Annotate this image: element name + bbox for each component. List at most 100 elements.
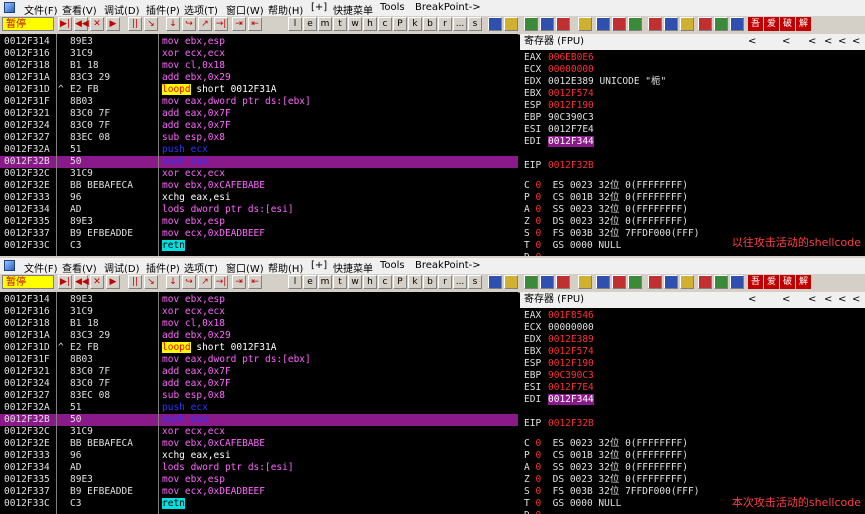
debug-control-icon[interactable]: || xyxy=(128,17,142,31)
wuaipojie-button[interactable]: 吾 xyxy=(748,275,763,289)
plugin-icon[interactable] xyxy=(612,275,626,289)
plugin-icon[interactable] xyxy=(524,275,538,289)
register-ecx[interactable]: ECX 00000000 xyxy=(524,64,594,76)
window-letter-button[interactable]: k xyxy=(408,17,422,31)
code-row[interactable]: 0012F327 83EC 08 sub esp,0x8 xyxy=(0,132,518,144)
window-letter-button[interactable]: m xyxy=(318,17,332,31)
flag-row[interactable]: P 0 CS 001B 32位 0(FFFFFFFF) xyxy=(524,192,688,204)
code-row[interactable]: 0012F327 83EC 08 sub esp,0x8 xyxy=(0,390,518,402)
register-esi[interactable]: ESI 0012F7E4 xyxy=(524,124,594,136)
debug-control-icon[interactable]: ✕ xyxy=(90,275,104,289)
wuaipojie-button[interactable]: 破 xyxy=(780,17,795,31)
menu-item[interactable]: 帮助(H) xyxy=(268,260,303,275)
debug-control-icon[interactable]: ◀◀ xyxy=(74,275,89,289)
code-row[interactable]: 0012F321 83C0 7F add eax,0x7F xyxy=(0,366,518,378)
debug-control-icon[interactable]: ⇥ xyxy=(232,17,246,31)
code-row[interactable]: 0012F32C 31C9 xor ecx,ecx xyxy=(0,426,518,438)
window-letter-button[interactable]: P xyxy=(393,275,407,289)
window-letter-button[interactable]: s xyxy=(468,275,482,289)
debug-control-icon[interactable]: ✕ xyxy=(90,17,104,31)
flag-row[interactable]: D 0 xyxy=(524,510,553,514)
code-row[interactable]: 0012F314 89E3 mov ebx,esp xyxy=(0,294,518,306)
window-letter-button[interactable]: w xyxy=(348,275,362,289)
code-row[interactable]: 0012F31D ^ E2 FB loopd short 0012F31A xyxy=(0,342,518,354)
window-letter-button[interactable]: t xyxy=(333,275,347,289)
register-eax[interactable]: EAX 001F8546 xyxy=(524,310,594,322)
menu-item[interactable]: 插件(P) xyxy=(146,2,180,17)
menu-item[interactable]: 查看(V) xyxy=(62,260,97,275)
code-row[interactable]: 0012F324 83C0 7F add eax,0x7F xyxy=(0,378,518,390)
menu-item[interactable]: BreakPoint-> xyxy=(415,260,481,271)
plugin-icon[interactable] xyxy=(596,17,610,31)
debug-control-icon[interactable]: || xyxy=(128,275,142,289)
menu-item[interactable]: 文件(F) xyxy=(24,260,58,275)
code-row[interactable]: 0012F333 96 xchg eax,esi xyxy=(0,450,518,462)
flag-row[interactable]: A 0 SS 0023 32位 0(FFFFFFFF) xyxy=(524,462,688,474)
register-edi[interactable]: EDI 0012F344 xyxy=(524,136,594,148)
code-row[interactable]: 0012F31F 8B03 mov eax,dword ptr ds:[ebx] xyxy=(0,354,518,366)
register-esp[interactable]: ESP 0012F190 xyxy=(524,100,594,112)
plugin-icon[interactable] xyxy=(730,17,744,31)
window-letter-button[interactable]: r xyxy=(438,275,452,289)
debug-control-icon[interactable]: →| xyxy=(214,275,228,289)
menu-item[interactable]: 快捷菜单 xyxy=(333,260,373,275)
code-row[interactable]: 0012F33C C3 retn xyxy=(0,498,518,510)
plugin-icon[interactable] xyxy=(488,275,502,289)
code-row[interactable]: 0012F32E BB BEBAFECA mov ebx,0xCAFEBABE xyxy=(0,180,518,192)
debug-control-icon[interactable]: ↘ xyxy=(144,17,158,31)
wuaipojie-button[interactable]: 吾 xyxy=(748,17,763,31)
flag-row[interactable]: T 0 GS 0000 NULL xyxy=(524,498,621,510)
code-row[interactable]: 0012F333 96 xchg eax,esi xyxy=(0,192,518,204)
window-letter-button[interactable]: c xyxy=(378,17,392,31)
register-ecx[interactable]: ECX 00000000 xyxy=(524,322,594,334)
plugin-icon[interactable] xyxy=(556,275,570,289)
wuaipojie-button[interactable]: 解 xyxy=(796,275,811,289)
menu-item[interactable]: 查看(V) xyxy=(62,2,97,17)
wuaipojie-button[interactable]: 爱 xyxy=(764,17,779,31)
code-row[interactable]: 0012F32B 50 push eax xyxy=(0,414,518,426)
code-row[interactable]: 0012F31A 83C3 29 add ebx,0x29 xyxy=(0,330,518,342)
debug-control-icon[interactable]: ▶| xyxy=(58,17,72,31)
plugin-icon[interactable] xyxy=(664,17,678,31)
code-row[interactable]: 0012F318 B1 18 mov cl,0x18 xyxy=(0,60,518,72)
plugin-icon[interactable] xyxy=(628,17,642,31)
menu-item[interactable]: BreakPoint-> xyxy=(415,2,481,13)
debug-control-icon[interactable]: ▶ xyxy=(106,275,120,289)
code-row[interactable]: 0012F337 B9 EFBEADDE mov ecx,0xDEADBEEF xyxy=(0,486,518,498)
code-row[interactable]: 0012F334 AD lods dword ptr ds:[esi] xyxy=(0,204,518,216)
code-row[interactable]: 0012F318 B1 18 mov cl,0x18 xyxy=(0,318,518,330)
menu-item[interactable]: 窗口(W) xyxy=(226,260,264,275)
plugin-icon[interactable] xyxy=(540,275,554,289)
debug-control-icon[interactable]: →| xyxy=(214,17,228,31)
flag-row[interactable]: Z 0 DS 0023 32位 0(FFFFFFFF) xyxy=(524,474,688,486)
debug-control-icon[interactable]: ⇤ xyxy=(248,17,262,31)
window-letter-button[interactable]: ... xyxy=(453,275,467,289)
debug-control-icon[interactable]: ↘ xyxy=(144,275,158,289)
window-letter-button[interactable]: r xyxy=(438,17,452,31)
code-row[interactable]: 0012F316 31C9 xor ecx,ecx xyxy=(0,306,518,318)
plugin-icon[interactable] xyxy=(578,275,592,289)
register-ebx[interactable]: EBX 0012F574 xyxy=(524,346,594,358)
register-edi[interactable]: EDI 0012F344 xyxy=(524,394,594,406)
scroll-left-arrow[interactable]: < xyxy=(748,292,756,308)
wuaipojie-button[interactable]: 爱 xyxy=(764,275,779,289)
window-letter-button[interactable]: c xyxy=(378,275,392,289)
register-ebp[interactable]: EBP 90C390C3 xyxy=(524,112,594,124)
flag-row[interactable]: S 0 FS 003B 32位 7FFDF000(FFF) xyxy=(524,486,699,498)
plugin-icon[interactable] xyxy=(648,275,662,289)
menu-item[interactable]: 选项(T) xyxy=(184,260,218,275)
plugin-icon[interactable] xyxy=(578,17,592,31)
scroll-left-arrow[interactable]: < xyxy=(852,34,860,50)
window-letter-button[interactable]: t xyxy=(333,17,347,31)
scroll-left-arrow[interactable]: < xyxy=(838,292,846,308)
window-letter-button[interactable]: b xyxy=(423,275,437,289)
code-row[interactable]: 0012F31F 8B03 mov eax,dword ptr ds:[ebx] xyxy=(0,96,518,108)
register-edx[interactable]: EDX 0012E389 xyxy=(524,334,594,346)
scroll-left-arrow[interactable]: < xyxy=(824,292,832,308)
window-letter-button[interactable]: l xyxy=(288,17,302,31)
debug-control-icon[interactable]: ↪ xyxy=(182,275,196,289)
debug-control-icon[interactable]: ↪ xyxy=(182,17,196,31)
register-esp[interactable]: ESP 0012F190 xyxy=(524,358,594,370)
debug-control-icon[interactable]: ↗ xyxy=(198,17,212,31)
window-letter-button[interactable]: m xyxy=(318,275,332,289)
